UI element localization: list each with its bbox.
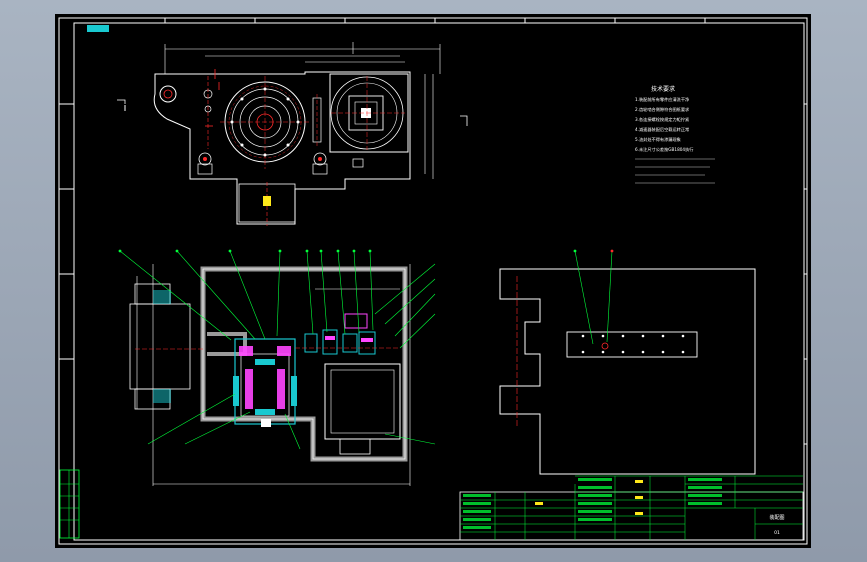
side-stamp-table (59, 469, 80, 539)
title-block-title: 装配图 (769, 514, 784, 521)
title-block-number: 01 (774, 530, 780, 536)
note-line-6: 6.未注尺寸公差按GB1804执行 (635, 146, 693, 153)
section-view (118, 249, 436, 486)
inner-border (73, 22, 805, 541)
title-block: 装配图 01 (459, 475, 804, 541)
top-view (117, 42, 468, 226)
note-line-1: 1.装配前所有零件应清洗干净 (635, 96, 689, 103)
drawing-tag (87, 25, 109, 32)
note-line-3: 3.各连接螺栓按规定力矩拧紧 (635, 116, 689, 123)
assembly-drawing: 技术要求 1.装配前所有零件应清洗干净 2.齿轮啮合侧隙符合图纸要求 3.各连接… (58, 17, 808, 545)
note-line-4: 4.减速器装配后空载运转正常 (635, 126, 689, 133)
technical-notes: 技术要求 1.装配前所有零件应清洗干净 2.齿轮啮合侧隙符合图纸要求 3.各连接… (635, 85, 715, 184)
side-view (499, 249, 756, 475)
note-line-5: 5.油封处不得有渗漏现象 (635, 136, 681, 143)
cad-viewport[interactable]: 技术要求 1.装配前所有零件应清洗干净 2.齿轮啮合侧隙符合图纸要求 3.各连接… (55, 14, 811, 548)
note-line-2: 2.齿轮啮合侧隙符合图纸要求 (635, 106, 690, 113)
notes-title: 技术要求 (651, 85, 675, 93)
